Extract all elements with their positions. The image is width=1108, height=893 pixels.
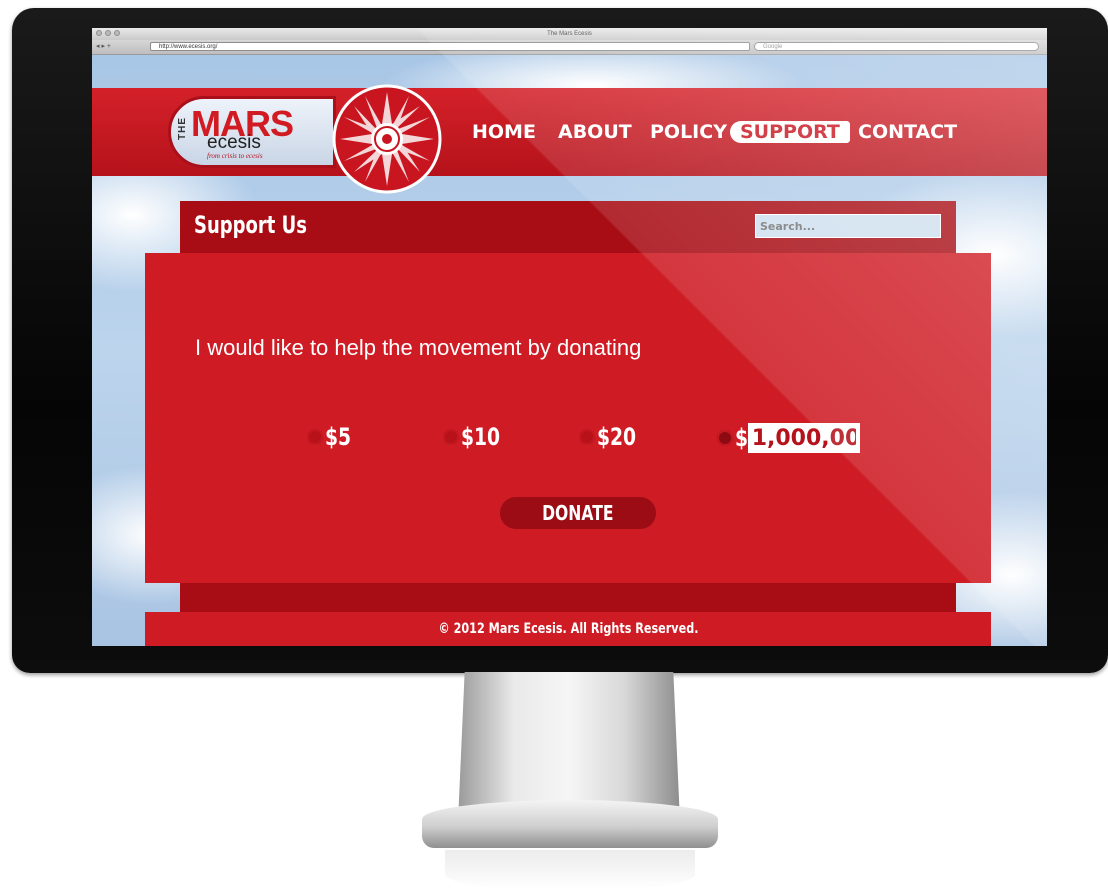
radio-custom[interactable]	[717, 430, 733, 446]
donate-button-label: DONATE	[542, 501, 614, 525]
donation-option-5[interactable]: $5	[307, 423, 358, 451]
main-navigation: HOME ABOUT POLICY SUPPORT CONTACT	[462, 112, 957, 152]
site-footer: © 2012 Mars Ecesis. All Rights Reserved.	[145, 612, 991, 646]
site-logo[interactable]: THE MARS ecesis from crisis to ecesis	[168, 96, 336, 168]
minimize-window-button[interactable]	[105, 30, 111, 36]
page-viewport: THE MARS ecesis from crisis to ecesis HO…	[92, 55, 1047, 646]
page-title: Support Us	[194, 211, 307, 239]
custom-amount-input[interactable]	[747, 423, 860, 453]
donation-option-custom[interactable]: $	[717, 423, 860, 453]
support-header: Support Us	[180, 201, 956, 253]
copyright-text: © 2012 Mars Ecesis. All Rights Reserved.	[438, 621, 698, 637]
radio-20[interactable]	[579, 429, 595, 445]
window-title: The Mars Ecesis	[547, 31, 592, 37]
custom-currency-symbol: $	[735, 424, 749, 452]
logo-ecesis-text: ecesis	[207, 132, 261, 153]
stand-reflection	[445, 850, 695, 890]
amount-label-10: $10	[461, 423, 501, 451]
donate-button[interactable]: DONATE	[500, 497, 656, 529]
sun-emblem-icon	[332, 84, 442, 194]
address-bar[interactable]: http://www.ecesis.org/	[150, 42, 750, 51]
donation-option-20[interactable]: $20	[579, 423, 647, 451]
site-header: THE MARS ecesis from crisis to ecesis HO…	[92, 84, 1047, 194]
browser-toolbar: ◂ ▸ + http://www.ecesis.org/ Google	[92, 40, 1047, 55]
amount-label-5: $5	[325, 423, 352, 451]
site-search-input[interactable]	[755, 214, 941, 238]
close-window-button[interactable]	[96, 30, 102, 36]
browser-search-field[interactable]: Google	[754, 42, 1039, 51]
donation-panel: I would like to help the movement by don…	[145, 253, 991, 583]
radio-5[interactable]	[307, 429, 323, 445]
nav-home[interactable]: HOME	[462, 121, 546, 143]
nav-policy[interactable]: POLICY	[640, 121, 737, 143]
nav-support[interactable]: SUPPORT	[730, 121, 850, 143]
nav-about[interactable]: ABOUT	[548, 121, 642, 143]
nav-contact[interactable]: CONTACT	[848, 121, 967, 143]
window-controls	[96, 30, 120, 36]
footer-strip	[180, 583, 956, 612]
donation-pitch: I would like to help the movement by don…	[195, 335, 642, 360]
amount-label-20: $20	[597, 423, 637, 451]
donation-option-10[interactable]: $10	[443, 423, 511, 451]
logo-tagline: from crisis to ecesis	[207, 152, 263, 160]
browser-titlebar: The Mars Ecesis	[92, 28, 1047, 40]
browser-nav-buttons[interactable]: ◂ ▸ +	[96, 42, 111, 50]
logo-the-text: THE	[177, 117, 188, 140]
monitor-screen: The Mars Ecesis ◂ ▸ + http://www.ecesis.…	[92, 28, 1047, 646]
monitor-stand-base	[422, 800, 718, 848]
zoom-window-button[interactable]	[114, 30, 120, 36]
radio-10[interactable]	[443, 429, 459, 445]
